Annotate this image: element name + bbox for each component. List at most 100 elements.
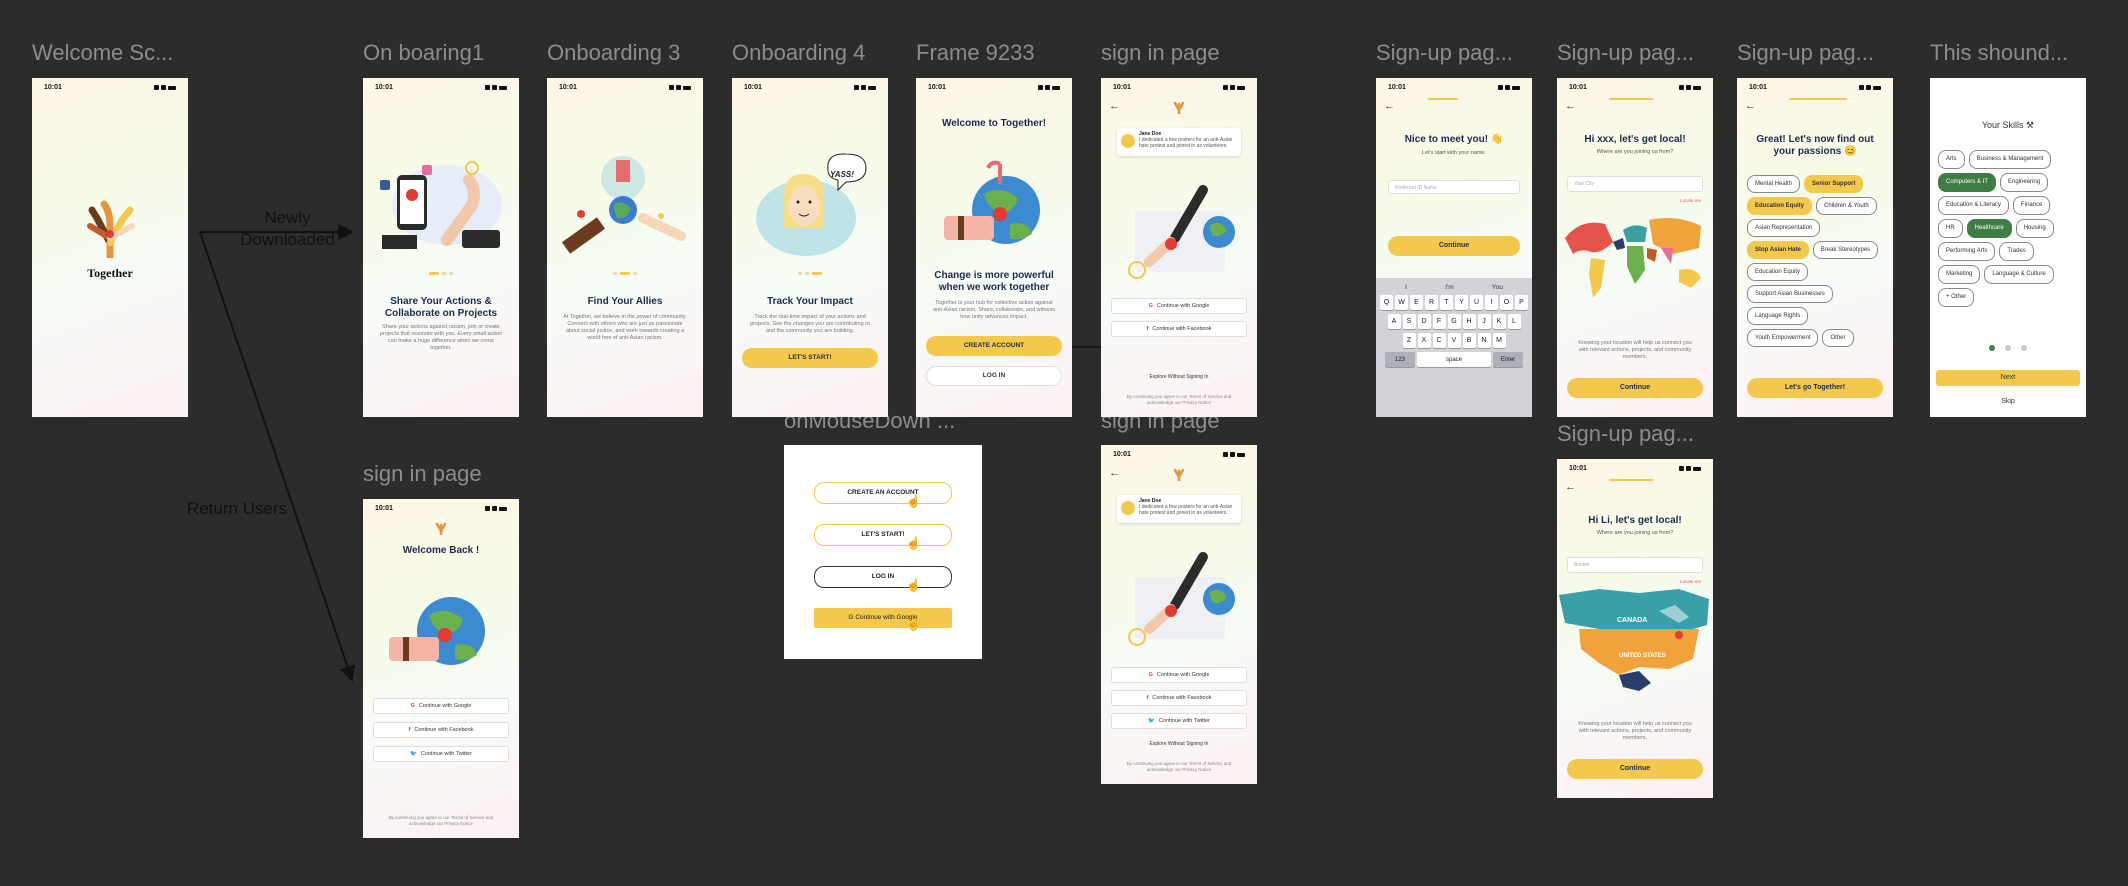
chip[interactable]: Youth Empowerment (1747, 329, 1819, 347)
skills-screen[interactable]: Your Skills ⚒ Arts Business & Management C… (1930, 78, 2086, 417)
chip[interactable]: Mental Health (1747, 175, 1801, 193)
frame9233-screen[interactable]: 10:01 Welcome to Together! Change is mor… (916, 78, 1072, 417)
chip[interactable]: Other (1822, 329, 1854, 347)
continue-button[interactable]: Continue (1388, 236, 1520, 256)
keyboard-key[interactable]: L (1507, 314, 1521, 329)
keyboard-key[interactable]: G (1447, 314, 1461, 329)
keyboard-key[interactable]: W (1395, 295, 1408, 310)
chip[interactable]: Education Equity (1747, 197, 1813, 215)
back-arrow-icon[interactable]: ← (1565, 481, 1576, 493)
create-account-button[interactable]: CREATE ACCOUNT (926, 336, 1062, 356)
log-in-button[interactable]: LOG IN (926, 366, 1062, 386)
onboarding3-screen[interactable]: 10:01 Find Your Allies At Together, we b… (547, 78, 703, 417)
keyboard-key[interactable]: V (1447, 333, 1461, 348)
keyboard-key[interactable]: D (1417, 314, 1431, 329)
keyboard-key[interactable]: F (1432, 314, 1446, 329)
continue-facebook-button[interactable]: f Continue with Facebook (1111, 690, 1247, 706)
keyboard-suggestions[interactable]: I I'm You (1376, 278, 1532, 291)
city-input[interactable]: Boston (1567, 557, 1703, 573)
keyboard-key[interactable]: I (1485, 295, 1498, 310)
chip[interactable]: Trades (1999, 242, 2034, 261)
keyboard-key[interactable]: Q (1380, 295, 1393, 310)
continue-twitter-button[interactable]: 🐦 Continue with Twitter (1111, 713, 1247, 729)
log-in-pressed-button[interactable]: LOG IN ☝ (814, 566, 952, 592)
back-arrow-icon[interactable]: ← (1745, 100, 1756, 112)
back-arrow-icon[interactable]: ← (1109, 467, 1120, 479)
suggestion[interactable]: You (1492, 284, 1503, 291)
chip[interactable]: Housing (2015, 219, 2054, 238)
city-input[interactable]: Your City (1567, 176, 1703, 192)
lets-go-together-button[interactable]: Let's go Together! (1747, 378, 1883, 398)
keyboard-key[interactable]: T (1440, 295, 1453, 310)
continue-twitter-button[interactable]: 🐦 Continue with Twitter (373, 746, 509, 762)
keyboard-key[interactable]: J (1477, 314, 1491, 329)
chip[interactable]: Computers & IT (1938, 173, 1997, 192)
next-button[interactable]: Next (1936, 370, 2080, 386)
keyboard-key[interactable]: N (1477, 333, 1491, 348)
continue-google-button[interactable]: G Continue with Google (373, 698, 509, 714)
chip[interactable]: Support Asian Businesses (1747, 285, 1833, 303)
signin2-screen[interactable]: 10:01 ← Jane Doe I dedicated a few poste… (1101, 445, 1257, 784)
keyboard-key[interactable]: X (1417, 333, 1431, 348)
locate-me-link[interactable]: Locate me (1680, 198, 1701, 203)
chip[interactable]: Healthcare (1966, 219, 2012, 238)
suggestion[interactable]: I (1405, 284, 1407, 291)
chip[interactable]: Asian Representation (1747, 219, 1821, 237)
continue-button[interactable]: Continue (1567, 759, 1703, 779)
chip[interactable]: Finance (2013, 196, 2051, 215)
signup2-screen[interactable]: 10:01 ← Hi xxx, let's get local! Where a… (1557, 78, 1713, 417)
suggestion[interactable]: I'm (1445, 284, 1453, 291)
welcome-screen[interactable]: 10:01 Together (32, 78, 188, 417)
onboarding1-screen[interactable]: 10:01 Share Your Actions & Collaborate o… (363, 78, 519, 417)
keyboard-key[interactable]: M (1492, 333, 1506, 348)
back-arrow-icon[interactable]: ← (1384, 100, 1395, 112)
chip[interactable]: Performing Arts (1938, 242, 1996, 261)
chip[interactable]: HR (1938, 219, 1963, 238)
signin-return-screen[interactable]: 10:01 Welcome Back ! G Continue with Goog… (363, 499, 519, 838)
key-space[interactable]: space (1417, 352, 1491, 367)
key-enter[interactable]: Enter (1493, 352, 1523, 367)
keyboard-key[interactable]: H (1462, 314, 1476, 329)
chip[interactable]: Arts (1938, 150, 1965, 169)
skip-link[interactable]: Skip (1930, 398, 2086, 405)
keyboard-key[interactable]: P (1515, 295, 1528, 310)
chip[interactable]: Stop Asian Hate (1747, 241, 1809, 259)
signup3-screen[interactable]: 10:01 ← Great! Let's now find out your p… (1737, 78, 1893, 417)
lets-start-button[interactable]: LET'S START! (742, 348, 878, 368)
keyboard-key[interactable]: E (1410, 295, 1423, 310)
lets-start-pressed-button[interactable]: LET'S START! ☝ (814, 524, 952, 550)
key-123[interactable]: 123 (1385, 352, 1415, 367)
chip[interactable]: Break Stereotypes (1812, 241, 1879, 259)
chip[interactable]: Language & Culture (1984, 265, 2054, 284)
back-arrow-icon[interactable]: ← (1565, 100, 1576, 112)
keyboard-key[interactable]: R (1425, 295, 1438, 310)
chip[interactable]: Language Rights (1747, 307, 1809, 325)
continue-facebook-button[interactable]: f Continue with Facebook (373, 722, 509, 738)
chip[interactable]: Senior Support (1804, 175, 1864, 193)
chip[interactable]: + Other (1938, 288, 1975, 307)
signup4-screen[interactable]: 10:01 ← Hi Li, let's get local! Where ar… (1557, 459, 1713, 798)
keyboard-key[interactable]: U (1470, 295, 1483, 310)
keyboard-key[interactable]: A (1387, 314, 1401, 329)
name-input[interactable]: Preferred ID Name (1388, 180, 1520, 194)
chip[interactable]: Marketing (1938, 265, 1981, 284)
chip[interactable]: Engineering (2000, 173, 2049, 192)
create-account-pressed-button[interactable]: CREATE AN ACCOUNT ☝ (814, 482, 952, 508)
chip[interactable]: Business & Management (1968, 150, 2052, 169)
continue-google-button[interactable]: G Continue with Google (1111, 298, 1247, 314)
keyboard-key[interactable]: B (1462, 333, 1476, 348)
keyboard[interactable]: I I'm You QWERTYUIOP ASDFGHJKL ZXCVBNM 1… (1376, 278, 1532, 417)
continue-button[interactable]: Continue (1567, 378, 1703, 398)
chip[interactable]: Education & Literacy (1938, 196, 2010, 215)
keyboard-key[interactable]: Y (1455, 295, 1468, 310)
google-pressed-button[interactable]: G Continue with Google ☝ (814, 608, 952, 631)
explore-link[interactable]: Explore Without Signing In (1101, 374, 1257, 380)
continue-facebook-button[interactable]: f Continue with Facebook (1111, 321, 1247, 337)
chip[interactable]: Children & Youth (1816, 197, 1877, 215)
keyboard-key[interactable]: S (1402, 314, 1416, 329)
mousedown-states-frame[interactable]: CREATE AN ACCOUNT ☝ LET'S START! ☝ LOG IN ☝… (784, 445, 982, 659)
keyboard-key[interactable]: O (1500, 295, 1513, 310)
signup1-screen[interactable]: 10:01 ← Nice to meet you! 👋 Let's start … (1376, 78, 1532, 417)
chip[interactable]: Education Equity (1747, 263, 1809, 281)
onboarding4-screen[interactable]: 10:01 YASS! Track Your Impact Track the … (732, 78, 888, 417)
